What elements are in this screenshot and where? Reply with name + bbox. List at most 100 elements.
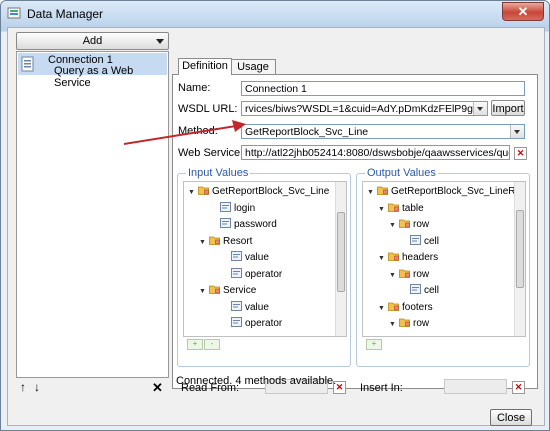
annotation-arrow-icon bbox=[123, 120, 246, 145]
data-manager-icon bbox=[7, 7, 21, 19]
tree-node[interactable]: cell bbox=[400, 234, 439, 249]
tree-node[interactable]: operator bbox=[221, 317, 282, 331]
name-field[interactable]: Connection 1 bbox=[241, 81, 525, 96]
method-value: GetReportBlock_Svc_Line bbox=[245, 126, 369, 138]
data-manager-window: Data Manager ✕ Add Connection 1 Query as… bbox=[0, 0, 550, 431]
web-service-connection-icon bbox=[21, 56, 34, 72]
expand-toggle-icon[interactable]: ▼ bbox=[389, 318, 396, 332]
dialog-client: Add Connection 1 Query as a Web Service … bbox=[7, 27, 545, 426]
tree-node[interactable]: ▼ table bbox=[378, 202, 424, 216]
folder-open-icon bbox=[377, 186, 388, 195]
remove-input-icon[interactable]: - bbox=[204, 339, 220, 350]
folder-open-icon bbox=[388, 302, 399, 311]
field-icon bbox=[220, 218, 231, 228]
tab-definition[interactable]: Definition bbox=[178, 58, 232, 75]
tree-node-label: value bbox=[245, 252, 269, 263]
output-tree-scroll-thumb[interactable] bbox=[516, 210, 524, 288]
window-close-button[interactable]: ✕ bbox=[502, 2, 544, 21]
input-values-tree[interactable]: operator value ▼ Service operator value ▼ Resor… bbox=[183, 181, 347, 337]
field-icon bbox=[220, 201, 231, 212]
folder-open-icon bbox=[399, 269, 410, 278]
tree-node-label: Resort bbox=[223, 235, 253, 247]
tree-node-label: password bbox=[234, 219, 277, 230]
wsdl-url-value: rvices/biws?WSDL=1&cuid=AdY.pDmKdzFElP9g… bbox=[245, 103, 488, 115]
field-icon bbox=[231, 300, 242, 311]
field-icon bbox=[231, 251, 242, 261]
tree-node[interactable]: ▼ row bbox=[389, 218, 429, 232]
tree-node[interactable]: cell bbox=[400, 284, 439, 298]
wsdl-url-label: WSDL URL: bbox=[178, 103, 238, 115]
tab-usage[interactable]: Usage bbox=[230, 59, 276, 75]
tree-node[interactable]: login bbox=[210, 201, 255, 216]
input-tree-scrollbar[interactable] bbox=[335, 182, 346, 336]
tree-node[interactable]: ▼ row bbox=[389, 317, 429, 331]
connection-list[interactable]: Connection 1 Query as a Web Service bbox=[16, 51, 169, 378]
field-icon bbox=[410, 234, 421, 245]
expand-toggle-icon[interactable]: ▼ bbox=[389, 219, 396, 233]
output-values-group: Output Values ▼ row ▼ footers cell ▼ row ▼ heade… bbox=[356, 167, 530, 367]
wsdl-url-field[interactable]: rvices/biws?WSDL=1&cuid=AdY.pDmKdzFElP9g… bbox=[241, 101, 488, 116]
clear-insert-in-icon[interactable]: ✕ bbox=[512, 381, 525, 394]
tree-node-label: value bbox=[245, 301, 269, 313]
add-input-icon[interactable]: + bbox=[187, 339, 203, 350]
clear-url-icon[interactable]: ✕ bbox=[514, 147, 527, 160]
input-values-group: Input Values operator value ▼ Service operat… bbox=[177, 167, 351, 367]
web-service-url-field[interactable]: http://atl22jhb052414:8080/dswsbobje/qaa… bbox=[241, 145, 510, 160]
tree-node-label: headers bbox=[402, 252, 439, 263]
expand-toggle-icon[interactable]: ▼ bbox=[188, 186, 195, 200]
tree-node[interactable]: ▼ row bbox=[389, 268, 429, 282]
input-values-title: Input Values bbox=[186, 167, 251, 179]
output-values-title: Output Values bbox=[365, 167, 438, 179]
tree-node-label: table bbox=[402, 202, 424, 214]
delete-icon[interactable]: ✕ bbox=[152, 380, 163, 396]
move-up-icon[interactable]: ↑ bbox=[20, 380, 26, 394]
tree-node-label: row bbox=[413, 318, 430, 329]
expand-toggle-icon[interactable]: ▼ bbox=[367, 186, 374, 200]
expand-toggle-icon[interactable]: ▼ bbox=[199, 285, 206, 299]
folder-open-icon bbox=[399, 219, 410, 228]
expand-toggle-icon[interactable]: ▼ bbox=[389, 269, 396, 283]
insert-in-label: Insert In: bbox=[360, 382, 403, 394]
add-button[interactable]: Add bbox=[16, 32, 169, 50]
chevron-down-icon[interactable] bbox=[473, 102, 487, 115]
tree-node-label: operator bbox=[245, 268, 283, 280]
expand-toggle-icon[interactable]: ▼ bbox=[199, 236, 206, 250]
output-tree-scrollbar[interactable] bbox=[514, 182, 525, 336]
add-output-icon[interactable]: + bbox=[366, 339, 382, 350]
close-button[interactable]: Close bbox=[490, 409, 532, 426]
title-bar[interactable]: Data Manager ✕ bbox=[1, 1, 549, 27]
tree-node[interactable]: value bbox=[221, 300, 269, 315]
connection-item[interactable]: Connection 1 Query as a Web Service bbox=[18, 53, 167, 89]
name-label: Name: bbox=[178, 82, 211, 94]
tree-node[interactable]: ▼ Resort bbox=[199, 235, 252, 249]
move-down-icon[interactable]: ↓ bbox=[34, 380, 40, 394]
tree-node[interactable]: password bbox=[210, 218, 277, 232]
tree-node-label: operator bbox=[245, 318, 283, 329]
chevron-down-icon[interactable] bbox=[510, 125, 524, 138]
tree-node[interactable]: ▼ headers bbox=[378, 251, 438, 265]
tree-node[interactable]: operator bbox=[221, 267, 283, 282]
expand-toggle-icon[interactable]: ▼ bbox=[378, 203, 385, 217]
expand-toggle-icon[interactable]: ▼ bbox=[378, 252, 385, 266]
folder-open-icon bbox=[198, 186, 209, 195]
chevron-down-icon bbox=[156, 39, 164, 44]
input-tree-scroll-thumb[interactable] bbox=[337, 212, 345, 292]
tree-node-label: cell bbox=[424, 285, 440, 296]
tree-node-label: row bbox=[413, 268, 430, 280]
tree-node-label: row bbox=[413, 219, 430, 230]
connection-type: Query as a Web Service bbox=[54, 65, 134, 89]
tree-node-label: GetReportBlock_Svc_LineResponse bbox=[391, 186, 525, 197]
field-icon bbox=[231, 267, 242, 278]
output-values-tree[interactable]: ▼ row ▼ footers cell ▼ row ▼ headers cell ▼ row ▼ tab… bbox=[362, 181, 526, 337]
folder-open-icon bbox=[388, 252, 399, 261]
tree-node[interactable]: value bbox=[221, 251, 269, 265]
expand-toggle-icon[interactable]: ▼ bbox=[378, 302, 385, 316]
tree-node[interactable]: ▼ GetReportBlock_Svc_LineResponse bbox=[367, 185, 525, 200]
method-select[interactable]: GetReportBlock_Svc_Line bbox=[241, 124, 525, 139]
tree-node[interactable]: ▼ footers bbox=[378, 301, 433, 315]
import-button[interactable]: Import bbox=[491, 100, 525, 116]
tree-node[interactable]: ▼ Service bbox=[199, 284, 256, 298]
field-icon bbox=[410, 284, 421, 294]
insert-in-field[interactable] bbox=[444, 379, 507, 394]
tree-node[interactable]: ▼ GetReportBlock_Svc_Line bbox=[188, 185, 329, 199]
